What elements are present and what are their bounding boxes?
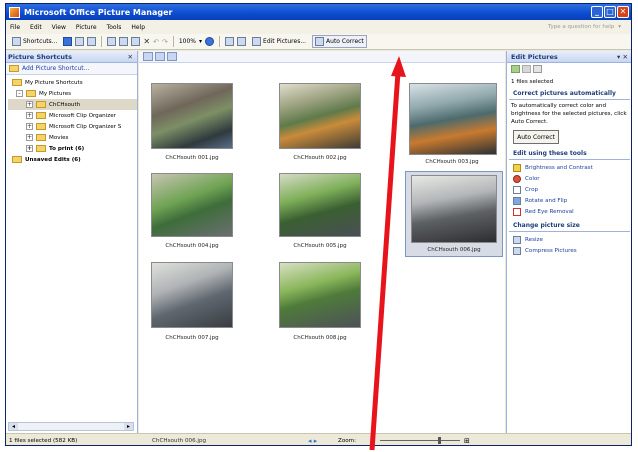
arrow-shaft [369,71,401,451]
annotation-arrow [369,56,406,451]
arrow-head [391,56,406,77]
screenshot-frame: Microsoft Office Picture Manager _ □ ✕ F… [0,0,638,452]
